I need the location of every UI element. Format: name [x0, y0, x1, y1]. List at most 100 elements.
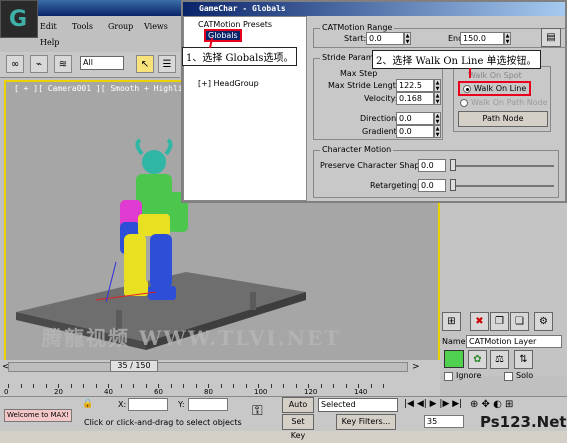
- layer-color-swatch[interactable]: [444, 350, 464, 368]
- frame-ruler[interactable]: 0 20 40 60 80 100 120 140: [4, 376, 408, 396]
- tree-item-catmotion-presets[interactable]: CATMotion Presets: [198, 20, 272, 29]
- retargeting-slider[interactable]: [450, 185, 554, 187]
- ruler-tick-label: 80: [204, 388, 213, 396]
- character-motion-group: Character Motion Preserve Character Shap…: [313, 145, 559, 198]
- gradient-spinner[interactable]: 0.0 ▲ ▼: [396, 125, 441, 138]
- solo-checkbox[interactable]: [504, 372, 513, 381]
- character-leg-right: [150, 234, 172, 288]
- ignore-checkbox[interactable]: [444, 372, 453, 381]
- prompt-line: Click or click-and-drag to select object…: [84, 418, 242, 427]
- ruler-tick: [70, 384, 72, 388]
- menu-views[interactable]: Views: [144, 22, 168, 31]
- paste-layer-icon[interactable]: ❏: [510, 312, 529, 331]
- walk-on-path-option[interactable]: Walk On Path Node: [460, 98, 548, 107]
- preserve-shape-label: Preserve Character Shape:: [320, 161, 428, 170]
- name-label: Name:: [442, 337, 469, 346]
- end-spinner[interactable]: 150.0 ▲ ▼: [460, 32, 511, 45]
- solo-label: Solo: [516, 371, 534, 380]
- set-key-button[interactable]: Set Key: [282, 414, 314, 440]
- viewport-nav-icons[interactable]: ⊕ ✥ ◐ ⊞: [470, 399, 513, 410]
- ruler-tick: [295, 384, 297, 388]
- ruler-tick-label: 100: [254, 388, 268, 396]
- ruler-tick: [270, 384, 272, 388]
- ruler-tick: [320, 384, 322, 388]
- velocity-spinner[interactable]: 0.168 ▲ ▼: [396, 92, 441, 105]
- menu-edit[interactable]: Edit: [40, 22, 57, 31]
- preserve-shape-thumb[interactable]: [450, 159, 456, 171]
- menu-tools[interactable]: Tools: [72, 22, 93, 31]
- menu-group[interactable]: Group: [108, 22, 133, 31]
- maxscript-listener[interactable]: Welcome to MAX!: [4, 409, 72, 422]
- bind-spacewarp-icon[interactable]: ≋: [54, 55, 72, 73]
- preserve-shape-slider[interactable]: [450, 165, 554, 167]
- ruler-tick: [333, 384, 334, 388]
- retargeting-field[interactable]: 0.0: [418, 179, 446, 192]
- gamechar-globals-dialog: GameChar - Globals CATMotion Presets Glo…: [181, 0, 567, 203]
- walk-on-line-option[interactable]: Walk On Line: [458, 81, 532, 96]
- walk-on-line-radio[interactable]: [463, 84, 471, 93]
- ruler-tick: [245, 384, 247, 388]
- time-slider[interactable]: [8, 362, 408, 372]
- key-filters-button[interactable]: Key Filters...: [336, 414, 396, 430]
- selection-filter-dropdown[interactable]: All: [80, 56, 124, 70]
- copy-layer-icon[interactable]: ❐: [490, 312, 509, 331]
- graph-icon[interactable]: ▤: [541, 28, 561, 47]
- ruler-tick-label: 0: [4, 388, 9, 396]
- lock-icon[interactable]: 🔒: [82, 399, 93, 409]
- x-coord-field[interactable]: [128, 398, 168, 411]
- ruler-tick: [133, 384, 134, 388]
- current-frame-field[interactable]: 35: [424, 415, 464, 428]
- unlink-icon[interactable]: ⌁: [30, 55, 48, 73]
- y-coord-field[interactable]: [188, 398, 228, 411]
- tree-item-headgroup[interactable]: [+] HeadGroup: [198, 79, 259, 88]
- ruler-tick: [283, 384, 284, 388]
- ruler-tick: [20, 384, 22, 388]
- ruler-tick: [33, 384, 34, 388]
- next-frame-arrow-icon[interactable]: >: [412, 362, 420, 372]
- direction-spinner[interactable]: 0.0 ▲ ▼: [396, 112, 441, 125]
- status-bar: Welcome to MAX! 🔒 X: Y: Click or click-a…: [0, 396, 567, 440]
- ruler-tick: [233, 384, 234, 388]
- walk-on-spot-option[interactable]: Walk On Spot: [468, 71, 522, 80]
- layer-type-icon[interactable]: ✿: [468, 350, 487, 369]
- ruler-tick: [370, 384, 372, 388]
- layer-weights-icon[interactable]: ⚖: [490, 350, 509, 369]
- ruler-tick: [183, 384, 184, 388]
- path-node-button[interactable]: Path Node: [458, 111, 548, 127]
- time-slider-thumb[interactable]: 35 / 150: [110, 360, 158, 372]
- auto-key-button[interactable]: Auto Key: [282, 397, 314, 423]
- retargeting-label: Retargeting:: [370, 181, 420, 190]
- max-stride-spinner[interactable]: 122.5 ▲ ▼: [396, 79, 441, 92]
- select-object-icon[interactable]: ↖: [136, 55, 154, 73]
- ignore-label: Ignore: [456, 371, 482, 380]
- layer-settings-icon[interactable]: ⚙: [534, 312, 553, 331]
- walk-on-path-radio[interactable]: [460, 98, 468, 107]
- ruler-tick: [120, 384, 122, 388]
- character-motion-label: Character Motion: [320, 145, 394, 154]
- y-coord-label: Y:: [178, 400, 185, 409]
- key-mode-dropdown[interactable]: Selected: [318, 398, 398, 412]
- ruler-tick: [83, 384, 84, 388]
- layer-name-field[interactable]: CATMotion Layer: [466, 335, 562, 348]
- start-spinner[interactable]: 0.0 ▲ ▼: [366, 32, 411, 45]
- site-logo: Ps123.Net: [480, 413, 567, 431]
- gradient-label: Gradient:: [362, 127, 400, 136]
- ruler-tick: [220, 384, 222, 388]
- retargeting-thumb[interactable]: [450, 179, 456, 191]
- app-logo[interactable]: G: [0, 0, 38, 38]
- hips-icon[interactable]: ⊞: [442, 312, 461, 331]
- menu-help[interactable]: Help: [40, 38, 59, 47]
- layer-transform-icon[interactable]: ⇅: [514, 350, 533, 369]
- key-icon[interactable]: ⚿: [252, 403, 263, 419]
- tree-item-globals[interactable]: Globals: [204, 29, 242, 42]
- playback-controls-icon[interactable]: |◀ ◀| ▶ |▶ ▶|: [404, 399, 462, 409]
- delete-layer-icon[interactable]: ✖: [470, 312, 489, 331]
- preserve-shape-field[interactable]: 0.0: [418, 159, 446, 172]
- ruler-tick-label: 60: [154, 388, 163, 396]
- link-icon[interactable]: ∞: [6, 55, 24, 73]
- ruler-tick: [45, 384, 47, 388]
- select-by-name-icon[interactable]: ☰: [158, 55, 176, 73]
- step2-callout: 2、选择 Walk On Line 单选按钮。: [372, 50, 541, 69]
- dialog-title-bar: GameChar - Globals: [183, 2, 565, 16]
- ruler-tick-label: 40: [104, 388, 113, 396]
